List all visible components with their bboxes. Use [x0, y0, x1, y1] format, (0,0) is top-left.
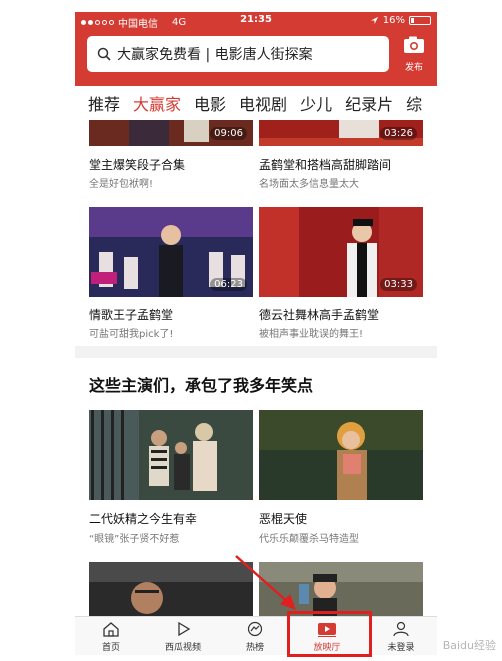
nav-hot-list-label: 热榜	[245, 643, 264, 653]
hot-list-icon	[247, 621, 263, 637]
publish-button[interactable]: 发布	[399, 34, 429, 73]
nav-home[interactable]: 首页	[75, 621, 147, 653]
tab-recommend[interactable]: 推荐	[88, 91, 120, 115]
status-bar: 中国电信 4G 21:35 16%	[75, 12, 437, 30]
video-title[interactable]: 孟鹤堂和搭档高甜脚踏间	[259, 156, 391, 173]
camera-icon	[404, 36, 424, 53]
tab-documentary[interactable]: 纪录片	[345, 91, 393, 115]
movie-thumbnail[interactable]	[89, 410, 253, 500]
publish-label: 发布	[404, 63, 423, 73]
movie-subtitle: “眼镜”张子贤不好惹	[89, 534, 180, 545]
search-header: 大赢家免费看 | 电影唐人街探案 发布	[75, 30, 437, 86]
location-icon	[370, 16, 378, 25]
search-placeholder: 大赢家免费看 | 电影唐人街探案	[117, 47, 313, 63]
video-subtitle: 可盐可甜我pick了!	[89, 329, 174, 340]
user-icon	[393, 621, 409, 637]
movie-title[interactable]: 恶棍天使	[259, 510, 307, 527]
video-duration: 09:06	[210, 127, 247, 140]
movie-subtitle: 代乐乐颠覆杀马特造型	[259, 534, 359, 545]
watermark: Baidu经验	[442, 639, 496, 652]
video-title[interactable]: 德云社舞林高手孟鹤堂	[259, 306, 379, 323]
tab-big-winner[interactable]: 大赢家	[133, 91, 181, 115]
tab-variety[interactable]: 综	[406, 91, 422, 115]
nav-xigua-label: 西瓜视频	[164, 643, 201, 653]
movie-thumbnail[interactable]	[89, 562, 253, 616]
nav-home-label: 首页	[101, 643, 120, 653]
video-thumbnail[interactable]: 09:06	[89, 120, 253, 146]
video-feed-card: 09:06 03:26 堂主爆笑段子合集 全是好包袱啊! 孟鹤堂和搭档高甜脚踏间…	[75, 120, 437, 346]
video-duration: 06:23	[210, 278, 247, 291]
search-bar[interactable]: 大赢家免费看 | 电影唐人街探案	[87, 36, 389, 72]
bottom-navigation: 首页 西瓜视频 热榜 放映厅 未登录	[75, 616, 437, 655]
video-thumbnail[interactable]: 03:33	[259, 207, 423, 297]
video-thumbnail[interactable]: 06:23	[89, 207, 253, 297]
video-subtitle: 被相声事业耽误的舞王!	[259, 329, 364, 340]
video-subtitle: 名场面太多信息量太大	[259, 179, 359, 190]
video-duration: 03:26	[380, 127, 417, 140]
video-title[interactable]: 堂主爆笑段子合集	[89, 156, 185, 173]
nav-user[interactable]: 未登录	[365, 621, 437, 653]
search-icon	[97, 47, 111, 61]
video-thumbnail[interactable]: 03:26	[259, 120, 423, 146]
play-icon	[178, 621, 191, 637]
battery-label: 16%	[382, 15, 405, 26]
tab-tv-series[interactable]: 电视剧	[239, 91, 287, 115]
section-title: 这些主演们，承包了我多年笑点	[89, 376, 314, 395]
nav-xigua-video[interactable]: 西瓜视频	[147, 621, 219, 653]
nav-hot-list[interactable]: 热榜	[219, 621, 291, 653]
movie-thumbnail[interactable]	[259, 410, 423, 500]
home-icon	[103, 622, 119, 637]
battery-icon	[409, 16, 431, 25]
video-subtitle: 全是好包袱啊!	[89, 179, 154, 190]
category-tabs: 推荐 大赢家 电影 电视剧 少儿 纪录片 综	[75, 86, 437, 120]
status-right: 16%	[370, 15, 431, 26]
tab-movies[interactable]: 电影	[194, 91, 226, 115]
nav-user-label: 未登录	[387, 643, 415, 653]
movie-title[interactable]: 二代妖精之今生有幸	[89, 510, 197, 527]
video-duration: 03:33	[380, 278, 417, 291]
annotation-arrow-icon	[235, 555, 296, 610]
cinema-tab-highlight	[287, 611, 372, 657]
tab-kids[interactable]: 少儿	[300, 91, 332, 115]
video-title[interactable]: 情歌王子孟鹤堂	[89, 306, 173, 323]
